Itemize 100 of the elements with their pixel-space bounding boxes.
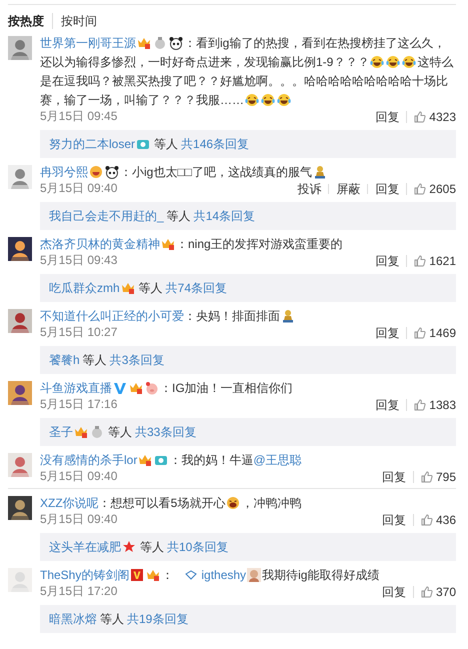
- medal-icon: [90, 425, 104, 439]
- reply-count-link[interactable]: 共33条回复: [135, 425, 196, 439]
- like-button[interactable]: 2605: [406, 182, 456, 194]
- reply-count-link[interactable]: 共146条回复: [181, 137, 250, 151]
- verified-icon: [130, 568, 144, 582]
- crown-icon: [120, 281, 135, 295]
- thumbs-up-icon: [414, 110, 426, 122]
- laughing-emoji-icon: [226, 496, 240, 510]
- user-name[interactable]: 没有感情的杀手lor: [40, 453, 138, 467]
- user-name[interactable]: XZZ你说呢: [40, 496, 99, 510]
- crown-icon: [137, 36, 151, 50]
- reply-user-name[interactable]: 这头羊在减肥: [49, 540, 121, 554]
- comment-text: TheShy的铸剑阁 ： igtheshy 我期待ig能取得好成绩: [40, 567, 380, 584]
- timestamp: 5月15日 10:27: [40, 326, 118, 339]
- timestamp: 5月15日 09:45: [40, 110, 118, 123]
- action-link[interactable]: 回复: [368, 328, 406, 338]
- crown-icon: [146, 568, 160, 582]
- comment-text: 冉羽兮熙 ：小ig也太□□了吧，这战绩真的服气: [40, 163, 456, 182]
- thumbs-up-icon: [420, 514, 433, 526]
- user-link[interactable]: igtheshy: [185, 568, 246, 582]
- action-link[interactable]: 回复: [374, 472, 413, 482]
- timestamp: 5月15日 09:40: [40, 182, 118, 195]
- timestamp: 5月15日 17:16: [40, 398, 118, 411]
- laughing-emoji-icon: [277, 93, 291, 107]
- timestamp: 5月15日 09:40: [40, 470, 118, 483]
- camera-icon: [154, 453, 168, 467]
- thumbs-up-icon: [414, 398, 426, 410]
- like-button[interactable]: 1621: [406, 254, 456, 266]
- like-button[interactable]: 4323: [406, 110, 456, 122]
- user-name[interactable]: 冉羽兮熙: [40, 165, 88, 179]
- reply-count-link[interactable]: 共3条回复: [110, 353, 164, 367]
- trophy-figure-icon: [312, 165, 327, 179]
- action-link[interactable]: 回复: [368, 400, 406, 410]
- verified-icon: [113, 381, 127, 395]
- action-link[interactable]: 回复: [374, 514, 413, 524]
- panda-icon: [169, 36, 183, 50]
- comment-text: 世界第一刚哥王源 ：看到ig输了的热搜，看到在热搜榜挂了这么久，还以为输得多惨烈，一时好奇点进来，发现输赢比例1-9？？？ 这特么是在逗我吗？被黑买热搜了吧？？好尴尬啊。。。哈哈哈哈哈哈哈哈哈十场比赛，输了一场，叫输了？？？我服……: [40, 35, 454, 109]
- crown-icon: [129, 381, 143, 395]
- laughing-emoji-icon: [386, 55, 400, 69]
- laughing-emoji-icon: [245, 93, 259, 107]
- crown-icon: [161, 237, 175, 251]
- like-button[interactable]: 1383: [406, 398, 456, 410]
- thumbs-up-icon: [414, 182, 426, 194]
- comment-text: 斗鱼游戏直播 ：IG加油！一直相信你们: [40, 380, 294, 397]
- timestamp: 5月15日 17:20: [40, 585, 118, 598]
- action-link[interactable]: 屏蔽: [328, 184, 368, 194]
- reply-count-link[interactable]: 共74条回复: [166, 281, 228, 295]
- comment-text: 杰洛齐贝林的黄金精神 ：ning王的发挥对游戏蛮重要的: [40, 236, 344, 253]
- medal-icon: [153, 36, 167, 50]
- thumbs-up-icon: [420, 470, 433, 482]
- diamond-icon: [185, 570, 198, 580]
- like-button[interactable]: 795: [412, 470, 456, 482]
- like-button[interactable]: 436: [412, 514, 456, 526]
- action-link[interactable]: 回复: [374, 586, 413, 596]
- sort-tab[interactable]: 按热度: [8, 13, 53, 29]
- action-link[interactable]: 投诉: [290, 184, 328, 194]
- others-label: 等人: [100, 612, 124, 626]
- user-name[interactable]: TheShy的铸剑阁: [40, 568, 130, 582]
- user-name[interactable]: 杰洛齐贝林的黄金精神: [40, 237, 160, 251]
- reply-user-name[interactable]: 暗黑冰熔: [49, 612, 97, 626]
- reply-user-name[interactable]: 圣子: [49, 425, 73, 439]
- comment-text: 不知道什么叫正经的小可爱：央妈！排面排面: [40, 307, 456, 326]
- like-button[interactable]: 1469: [406, 326, 456, 338]
- camera-icon: [136, 137, 150, 151]
- mention-link[interactable]: @王思聪: [253, 453, 302, 467]
- user-name[interactable]: 不知道什么叫正经的小可爱: [40, 309, 184, 323]
- like-button[interactable]: 370: [412, 586, 456, 598]
- others-label: 等人: [138, 281, 163, 295]
- reply-count-link[interactable]: 共14条回复: [194, 209, 256, 223]
- laughing-emoji-icon: [402, 55, 416, 69]
- thumbs-up-icon: [420, 586, 433, 598]
- comment-text: XZZ你说呢：想想可以看5场就开心 ，冲鸭冲鸭: [40, 495, 302, 512]
- user-name[interactable]: 世界第一刚哥王源: [40, 36, 136, 50]
- timestamp: 5月15日 09:43: [40, 254, 118, 267]
- action-link[interactable]: 回复: [368, 112, 406, 122]
- others-label: 等人: [82, 353, 107, 367]
- others-label: 等人: [166, 209, 191, 223]
- avatar-icon: [247, 568, 262, 582]
- others-label: 等人: [154, 137, 178, 151]
- sort-tab[interactable]: 按时间: [53, 13, 105, 29]
- reply-count-link[interactable]: 共19条回复: [127, 612, 188, 626]
- user-name[interactable]: 斗鱼游戏直播: [40, 381, 112, 395]
- laughing-emoji-icon: [370, 55, 384, 69]
- grinning-emoji-icon: [89, 165, 103, 179]
- thumbs-up-icon: [414, 326, 426, 338]
- reply-user-name[interactable]: 吃瓜群众zmh: [49, 281, 120, 295]
- action-link[interactable]: 回复: [367, 184, 406, 194]
- reply-count-link[interactable]: 共10条回复: [167, 540, 228, 554]
- comment-text: 没有感情的杀手lor ：我的妈！牛逼@王思聪: [40, 452, 303, 469]
- others-label: 等人: [108, 425, 132, 439]
- thumbs-up-icon: [414, 254, 426, 266]
- panda-icon: [105, 165, 119, 179]
- reply-user-name[interactable]: 我自己会走不用赶的_: [49, 209, 164, 223]
- reply-user-name[interactable]: 努力的二本loser: [49, 137, 136, 151]
- pig-face-icon: [145, 381, 159, 395]
- reply-user-name[interactable]: 饕餮h: [49, 353, 80, 367]
- action-link[interactable]: 回复: [368, 256, 406, 266]
- star-icon: [122, 540, 136, 554]
- crown-icon: [74, 425, 88, 439]
- laughing-emoji-icon: [261, 93, 275, 107]
